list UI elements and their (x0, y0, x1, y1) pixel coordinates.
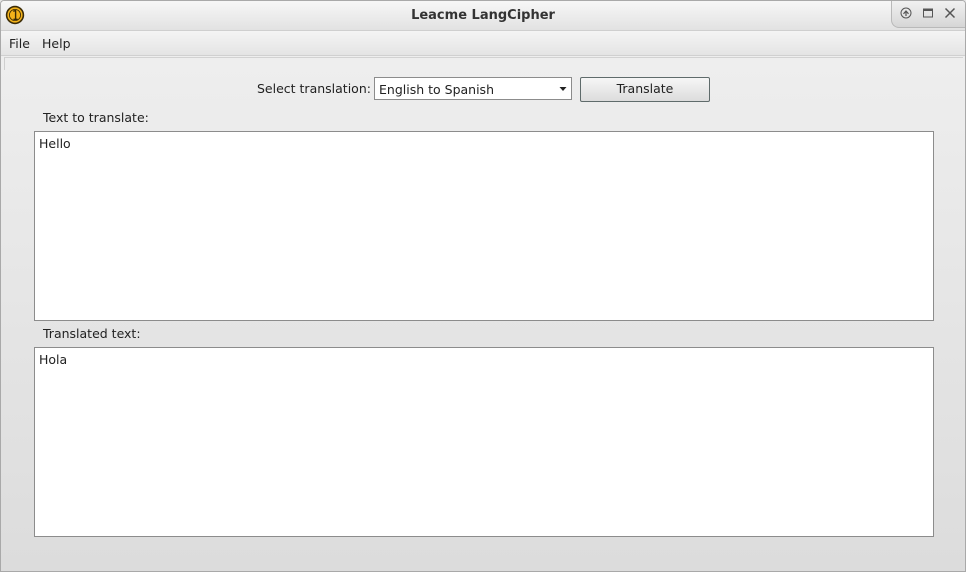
select-translation-label: Select translation: (257, 81, 371, 96)
window-title: Leacme LangCipher (411, 8, 555, 23)
title-bar[interactable]: Leacme LangCipher (1, 1, 965, 31)
menu-bar: File Help (1, 31, 965, 56)
translation-select[interactable]: English to Spanish (374, 77, 572, 100)
maximize-icon[interactable] (899, 6, 913, 20)
content-border (4, 57, 963, 70)
translated-text-label: Translated text: (43, 326, 141, 341)
translate-button[interactable]: Translate (580, 77, 710, 102)
text-to-translate-label: Text to translate: (43, 110, 149, 125)
restore-icon[interactable] (921, 6, 935, 20)
close-icon[interactable] (943, 6, 957, 20)
source-text-value: Hello (39, 136, 71, 151)
menu-file[interactable]: File (9, 36, 30, 51)
source-text-area[interactable]: Hello (34, 131, 934, 321)
app-window: Leacme LangCipher File Help Select trans… (0, 0, 966, 572)
translation-select-value: English to Spanish (379, 82, 494, 97)
dropdown-arrow-icon (559, 87, 567, 91)
window-controls (891, 1, 965, 28)
translated-text-value: Hola (39, 352, 68, 367)
menu-help[interactable]: Help (42, 36, 71, 51)
translated-text-area[interactable]: Hola (34, 347, 934, 537)
